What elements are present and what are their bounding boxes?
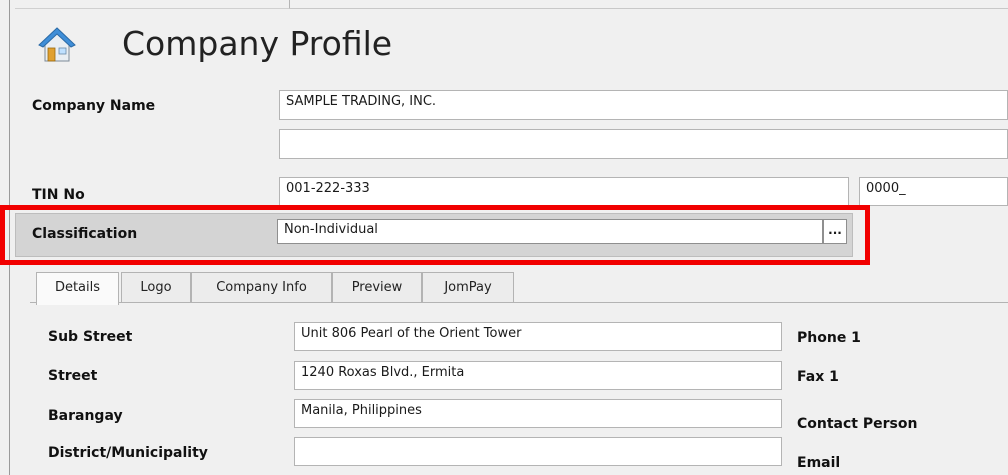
company-name-line2-field[interactable] bbox=[279, 129, 1008, 159]
email-label: Email bbox=[797, 455, 841, 471]
district-label: District/Municipality bbox=[48, 445, 208, 461]
street-field[interactable]: 1240 Roxas Blvd., Ermita bbox=[294, 361, 782, 390]
fax1-label: Fax 1 bbox=[797, 369, 839, 385]
district-field[interactable] bbox=[294, 437, 782, 466]
tab-details[interactable]: Details bbox=[36, 272, 119, 305]
sub-street-field[interactable]: Unit 806 Pearl of the Orient Tower bbox=[294, 322, 782, 351]
company-name-field[interactable]: SAMPLE TRADING, INC. bbox=[279, 90, 1008, 120]
top-divider bbox=[290, 8, 1008, 9]
tab-jompay[interactable]: JomPay bbox=[422, 272, 514, 302]
tin-field[interactable]: 001-222-333 bbox=[279, 177, 849, 206]
phone1-label: Phone 1 bbox=[797, 330, 861, 346]
tin-branch-field[interactable]: 0000_ bbox=[859, 177, 1008, 206]
tin-label: TIN No bbox=[32, 187, 85, 203]
contact-person-label: Contact Person bbox=[797, 416, 918, 432]
street-label: Street bbox=[48, 368, 98, 384]
company-name-label: Company Name bbox=[32, 98, 156, 114]
tab-company-info[interactable]: Company Info bbox=[191, 272, 332, 302]
tab-strip-border bbox=[30, 302, 1008, 303]
barangay-label: Barangay bbox=[48, 408, 123, 424]
top-tab bbox=[15, 0, 290, 9]
sub-street-label: Sub Street bbox=[48, 329, 133, 345]
barangay-field[interactable]: Manila, Philippines bbox=[294, 399, 782, 428]
tab-preview[interactable]: Preview bbox=[332, 272, 422, 302]
page-title: Company Profile bbox=[122, 24, 393, 63]
highlight-box bbox=[0, 205, 870, 265]
house-icon bbox=[38, 26, 76, 64]
tab-logo[interactable]: Logo bbox=[121, 272, 191, 302]
